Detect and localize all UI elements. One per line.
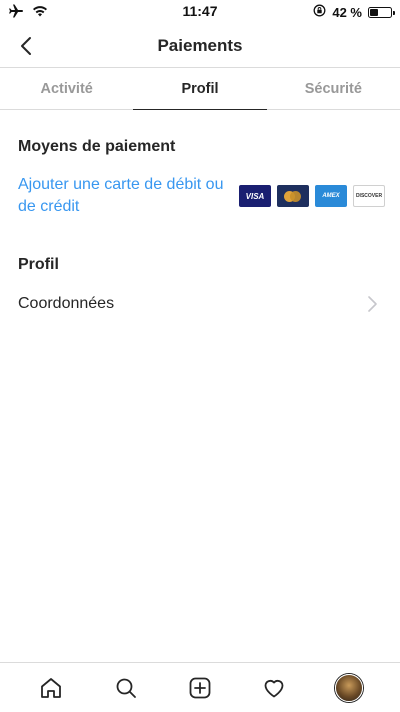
chevron-right-icon (364, 294, 380, 314)
profile-tab[interactable] (327, 666, 371, 710)
battery-icon (368, 6, 395, 18)
airplane-icon (8, 4, 24, 21)
tab-securite[interactable]: Sécurité (267, 68, 400, 109)
orientation-lock-icon (313, 4, 326, 20)
amex-logo: AMEX (315, 185, 347, 207)
add-card-link[interactable]: Ajouter une carte de débit ou de crédit (18, 174, 233, 218)
tab-profil[interactable]: Profil (133, 68, 267, 110)
search-icon (116, 678, 136, 698)
status-right: 42 % (313, 4, 395, 20)
discover-logo: DISCOVER (353, 185, 385, 207)
mastercard-logo (277, 185, 309, 207)
battery-percent: 42 % (332, 4, 362, 20)
wifi-icon (32, 4, 48, 20)
status-bar: 11:47 42 % (0, 0, 400, 24)
payment-methods-heading: Moyens de paiement (18, 138, 176, 155)
visa-logo: VISA (239, 185, 271, 207)
activity-heart-icon (264, 679, 284, 697)
bottom-tab-bar (0, 662, 400, 712)
contact-info-row[interactable]: Coordonnées (0, 284, 400, 324)
battery-level (370, 8, 379, 16)
card-logos: VISA AMEX DISCOVER (239, 185, 385, 207)
profile-avatar (334, 673, 363, 702)
contact-info-label: Coordonnées (18, 295, 115, 312)
chevron-left-icon (21, 37, 31, 55)
home-icon (41, 677, 62, 698)
tab-activite[interactable]: Activité (0, 68, 133, 109)
search-tab[interactable] (104, 666, 148, 710)
navigation-bar: Paiements (0, 24, 400, 68)
new-post-tab[interactable] (178, 666, 222, 710)
new-post-icon (189, 677, 211, 698)
home-tab[interactable] (29, 666, 73, 710)
back-button[interactable] (10, 30, 42, 62)
page-title: Paiements (157, 35, 243, 55)
profile-heading: Profil (18, 256, 59, 273)
tab-bar: Activité Profil Sécurité (0, 68, 400, 110)
status-left (8, 4, 128, 21)
activity-tab[interactable] (252, 666, 296, 710)
